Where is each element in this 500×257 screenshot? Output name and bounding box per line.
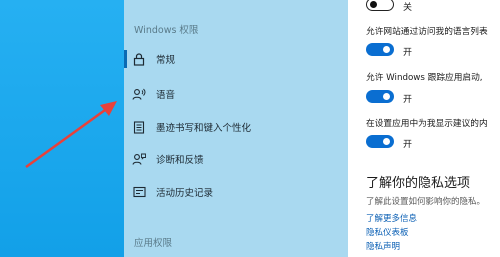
settings-sidebar: Windows 权限 常规 语音 墨迹书写和键入个性化 诊断和反馈 活动历史记录…	[124, 0, 348, 257]
toggle-knob	[383, 138, 390, 145]
sidebar-item-activity-history[interactable]: 活动历史记录	[124, 181, 348, 203]
sidebar-item-label: 墨迹书写和键入个性化	[156, 123, 252, 134]
toggle-state-label: 开	[403, 140, 413, 150]
red-arrow-annotation	[25, 101, 117, 169]
feedback-icon	[132, 152, 146, 166]
sidebar-item-speech[interactable]: 语音	[124, 83, 348, 105]
toggle-state-label: 开	[403, 48, 413, 58]
toggle-knob	[370, 1, 377, 8]
sidebar-item-general[interactable]: 常规	[124, 48, 348, 70]
privacy-statement-link[interactable]: 隐私声明	[366, 240, 400, 252]
toggle-knob	[383, 46, 390, 53]
toggle-switch[interactable]	[366, 90, 394, 103]
sidebar-item-label: 诊断和反馈	[156, 155, 204, 166]
sidebar-bottom-section-title: 应用权限	[134, 238, 173, 249]
toggle-state-label: 开	[403, 95, 413, 105]
sidebar-item-feedback[interactable]: 诊断和反馈	[124, 148, 348, 170]
sidebar-item-label: 常规	[156, 55, 176, 66]
toggle-knob	[383, 93, 390, 100]
setting-description: 在设置应用中为我显示建议的内	[366, 119, 488, 129]
learn-more-link[interactable]: 了解更多信息	[366, 212, 417, 224]
toggle-switch[interactable]	[366, 43, 394, 56]
sidebar-section-title: Windows 权限	[134, 25, 199, 36]
privacy-description: 了解此设置如何影响你的隐私。	[366, 197, 486, 207]
toggle-switch[interactable]	[366, 135, 394, 148]
setting-description: 允许 Windows 跟踪应用启动,	[366, 73, 483, 83]
toggle-state-label: 关	[403, 3, 413, 13]
privacy-heading: 了解你的隐私选项	[366, 176, 471, 191]
privacy-dashboard-link[interactable]: 隐私仪表板	[366, 226, 409, 238]
speech-icon	[132, 87, 146, 101]
sidebar-item-label: 语音	[156, 90, 176, 101]
toggle-switch[interactable]	[366, 0, 394, 11]
activity-history-icon	[132, 185, 146, 199]
lock-icon	[132, 52, 146, 66]
settings-content: 关 允许网站通过访问我的语言列表 开 允许 Windows 跟踪应用启动, 开 …	[348, 0, 500, 257]
sidebar-item-label: 活动历史记录	[156, 188, 214, 199]
inking-icon	[132, 120, 146, 134]
setting-description: 允许网站通过访问我的语言列表	[366, 27, 488, 37]
sidebar-item-inking[interactable]: 墨迹书写和键入个性化	[124, 116, 348, 138]
